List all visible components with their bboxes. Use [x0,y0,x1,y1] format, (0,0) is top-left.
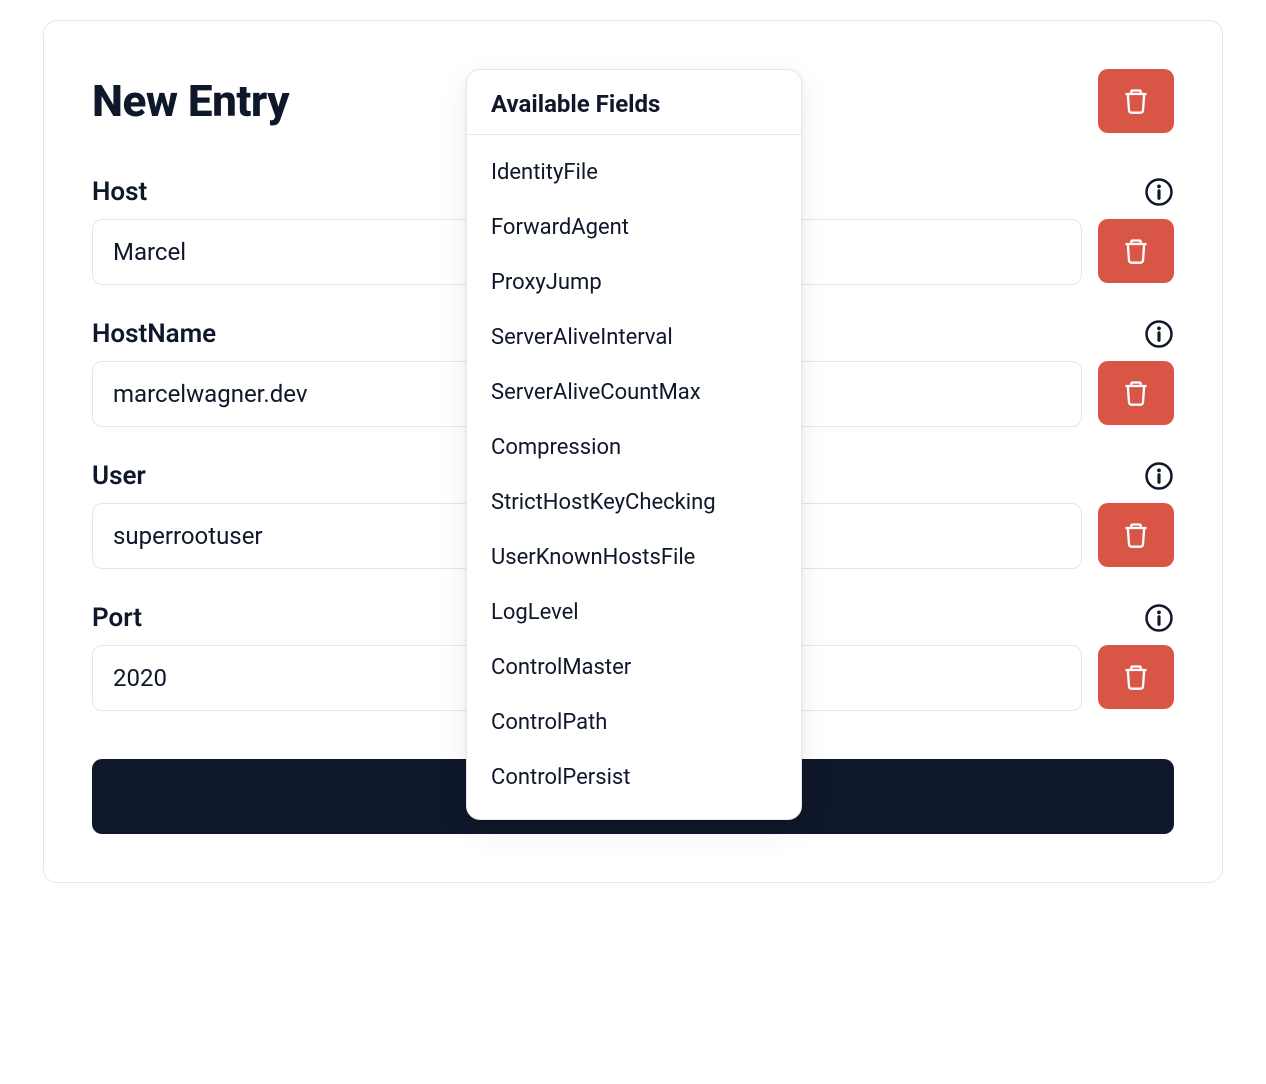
trash-icon [1122,237,1150,265]
page-title: New Entry [92,75,289,127]
popover-item-forwardagent[interactable]: ForwardAgent [467,200,801,255]
popover-item-compression[interactable]: Compression [467,420,801,475]
popover-item-proxyjump[interactable]: ProxyJump [467,255,801,310]
popover-list: IdentityFile ForwardAgent ProxyJump Serv… [467,135,801,819]
info-icon[interactable] [1144,461,1174,491]
info-icon[interactable] [1144,319,1174,349]
delete-field-port-button[interactable] [1098,645,1174,709]
delete-field-host-button[interactable] [1098,219,1174,283]
delete-field-user-button[interactable] [1098,503,1174,567]
trash-icon [1122,87,1150,115]
field-label-hostname: HostName [92,319,216,349]
popover-item-controlmaster[interactable]: ControlMaster [467,640,801,695]
popover-item-controlpersist[interactable]: ControlPersist [467,750,801,805]
popover-item-stricthostkeychecking[interactable]: StrictHostKeyChecking [467,475,801,530]
entry-card: New Entry Host [43,20,1223,883]
delete-entry-button[interactable] [1098,69,1174,133]
field-label-user: User [92,461,146,491]
popover-item-controlpath[interactable]: ControlPath [467,695,801,750]
field-label-port: Port [92,603,142,633]
popover-item-userknownhostsfile[interactable]: UserKnownHostsFile [467,530,801,585]
trash-icon [1122,663,1150,691]
field-label-host: Host [92,177,147,207]
popover-item-serveralivecountmax[interactable]: ServerAliveCountMax [467,365,801,420]
popover-title: Available Fields [467,70,801,135]
info-icon[interactable] [1144,603,1174,633]
trash-icon [1122,521,1150,549]
info-icon[interactable] [1144,177,1174,207]
available-fields-popover: Available Fields IdentityFile ForwardAge… [466,69,802,820]
popover-item-serveraliveinterval[interactable]: ServerAliveInterval [467,310,801,365]
popover-item-loglevel[interactable]: LogLevel [467,585,801,640]
trash-icon [1122,379,1150,407]
popover-item-identityfile[interactable]: IdentityFile [467,145,801,200]
delete-field-hostname-button[interactable] [1098,361,1174,425]
